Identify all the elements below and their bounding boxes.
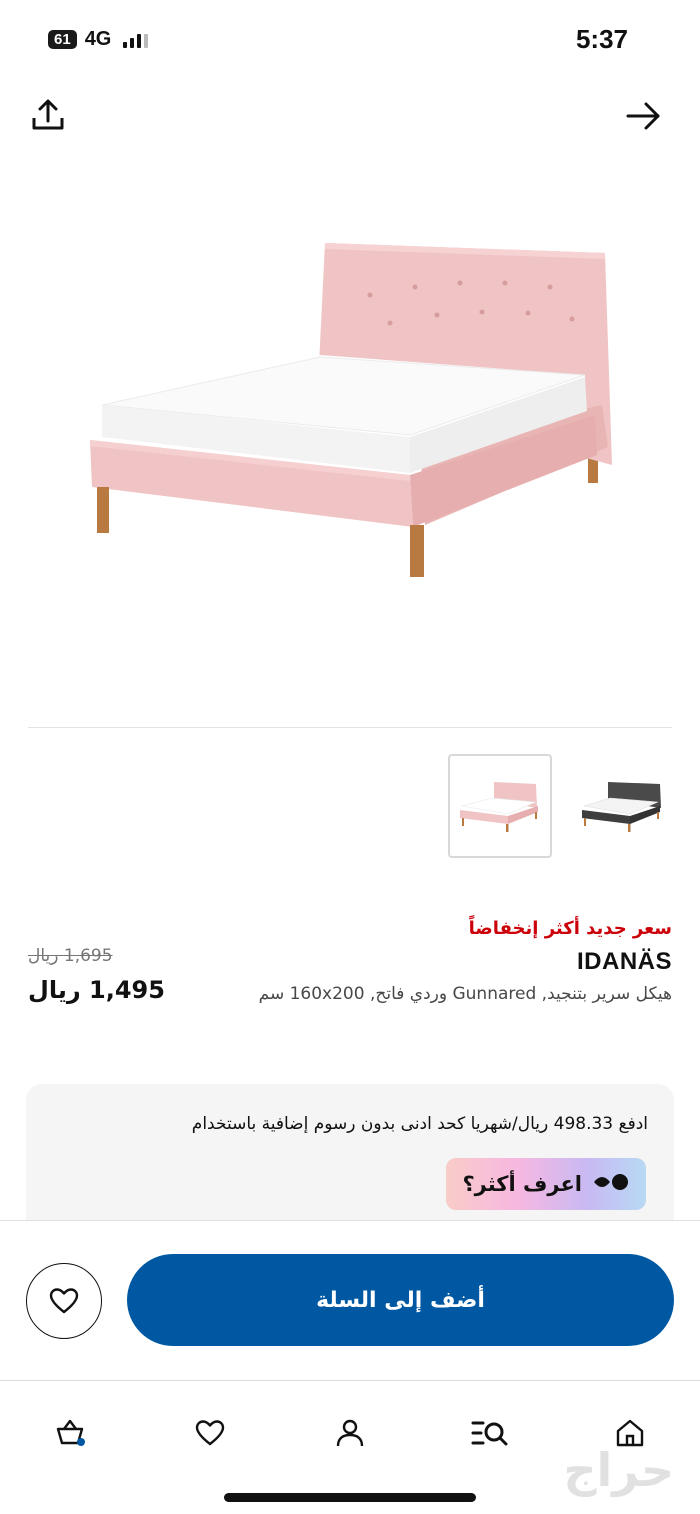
signal-icon [123,32,149,48]
share-icon[interactable] [28,96,68,136]
sale-badge: سعر جديد أكثر إنخفاضاً [468,918,672,939]
thumbnail-pink[interactable] [448,754,552,858]
installment-text: ادفع 498.33 ريال/شهريا كحد ادنى بدون رسو… [191,1114,648,1134]
home-indicator [224,1493,476,1502]
tab-bar: حراج [0,1380,700,1514]
status-left: 61 4G [48,28,149,51]
arrow-right-icon[interactable] [624,96,664,136]
add-to-cart-button[interactable]: أضف إلى السلة [127,1254,674,1346]
cart-badge-dot [77,1438,85,1446]
search-list-icon [471,1421,508,1446]
divider [28,727,672,728]
person-icon [336,1419,364,1447]
tab-search[interactable] [460,1403,520,1463]
tab-favorites[interactable] [180,1403,240,1463]
tab-cart[interactable] [40,1403,100,1463]
battery-indicator: 61 [48,30,77,49]
tab-profile[interactable] [320,1403,380,1463]
product-description: هيكل سرير بتنجيد, Gunnared وردي فاتح, 16… [258,984,672,1004]
thumbnail-dark-grey[interactable] [570,754,674,858]
heart-icon [49,1288,79,1314]
clock: 5:37 [575,24,628,54]
tabby-icon [592,1171,630,1198]
favorite-button[interactable] [26,1263,102,1339]
learn-more-button[interactable]: اعرف أكثر؟ [446,1158,646,1210]
product-image[interactable] [80,225,620,595]
action-bar: أضف إلى السلة [0,1220,700,1380]
old-price: 1,695 ريال [28,946,113,966]
watermark: حراج [563,1443,674,1497]
new-price: 1,495 ريال [28,976,165,1004]
learn-more-label: اعرف أكثر؟ [462,1172,582,1196]
status-bar: 61 4G 5:37 [0,0,700,80]
product-name: IDANÄS [576,948,672,975]
heart-icon [195,1420,225,1446]
installment-card: ادفع 498.33 ريال/شهريا كحد ادنى بدون رسو… [26,1084,674,1234]
network-type: 4G [84,28,112,50]
